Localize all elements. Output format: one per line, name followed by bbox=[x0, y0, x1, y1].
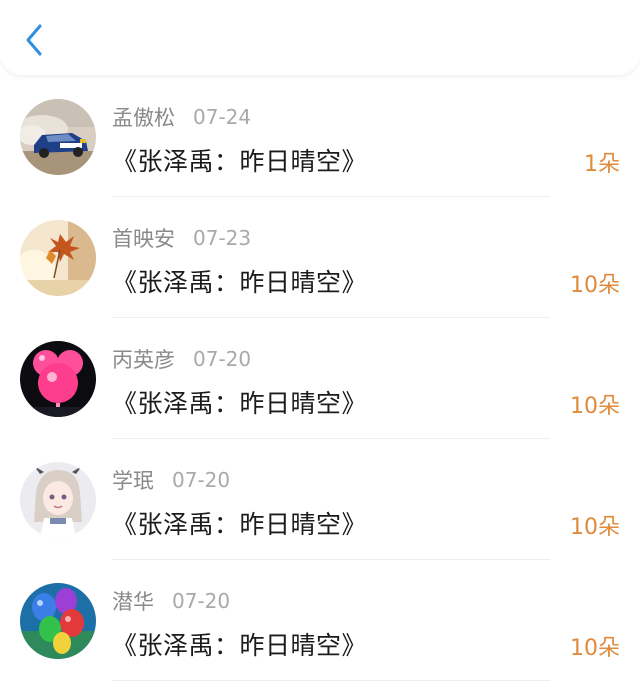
work-title[interactable]: 《张泽禹：昨日晴空》 bbox=[112, 384, 367, 420]
sender-name[interactable]: 潜华 bbox=[112, 586, 154, 616]
gift-date: 07-20 bbox=[193, 347, 252, 371]
list-item[interactable]: 潜华 07-20 《张泽禹：昨日晴空》 10朵 bbox=[0, 560, 640, 681]
rally-car-photo-icon bbox=[20, 99, 96, 175]
avatar[interactable] bbox=[20, 99, 96, 175]
sender-name[interactable]: 学珉 bbox=[112, 465, 154, 495]
gift-date: 07-20 bbox=[172, 589, 231, 613]
colorful-balloons-photo-icon bbox=[20, 583, 96, 659]
work-title[interactable]: 《张泽禹：昨日晴空》 bbox=[112, 142, 367, 178]
gift-meta: 首映安 07-23 bbox=[112, 222, 251, 254]
gift-meta: 孟傲松 07-24 bbox=[112, 101, 251, 133]
gift-list: 孟傲松 07-24 《张泽禹：昨日晴空》 1朵 首映安 07-23 《张泽禹：昨… bbox=[0, 76, 640, 681]
work-title[interactable]: 《张泽禹：昨日晴空》 bbox=[112, 505, 367, 541]
gift-date: 07-20 bbox=[172, 468, 231, 492]
gift-date: 07-24 bbox=[193, 105, 252, 129]
flower-count: 10朵 bbox=[570, 273, 620, 298]
list-item[interactable]: 丙英彦 07-20 《张泽禹：昨日晴空》 10朵 bbox=[0, 318, 640, 439]
autumn-leaves-photo-icon bbox=[20, 220, 96, 296]
back-button[interactable] bbox=[14, 18, 54, 62]
list-item[interactable]: 首映安 07-23 《张泽禹：昨日晴空》 10朵 bbox=[0, 197, 640, 318]
sender-name[interactable]: 首映安 bbox=[112, 223, 175, 253]
avatar[interactable] bbox=[20, 583, 96, 659]
avatar[interactable] bbox=[20, 341, 96, 417]
gift-meta: 丙英彦 07-20 bbox=[112, 343, 251, 375]
gift-meta: 学珉 07-20 bbox=[112, 464, 230, 496]
pink-balloon-photo-icon bbox=[20, 341, 96, 417]
flower-count: 10朵 bbox=[570, 515, 620, 540]
avatar[interactable] bbox=[20, 462, 96, 538]
flower-count: 10朵 bbox=[570, 636, 620, 661]
gift-date: 07-23 bbox=[193, 226, 252, 250]
sender-name[interactable]: 丙英彦 bbox=[112, 344, 175, 374]
flower-count: 1朵 bbox=[584, 152, 620, 177]
anime-girl-illustration-icon bbox=[20, 462, 96, 538]
chevron-left-icon bbox=[26, 24, 42, 56]
list-item[interactable]: 孟傲松 07-24 《张泽禹：昨日晴空》 1朵 bbox=[0, 76, 640, 197]
top-bar bbox=[0, 0, 640, 75]
divider bbox=[112, 680, 550, 681]
work-title[interactable]: 《张泽禹：昨日晴空》 bbox=[112, 626, 367, 662]
avatar[interactable] bbox=[20, 220, 96, 296]
work-title[interactable]: 《张泽禹：昨日晴空》 bbox=[112, 263, 367, 299]
sender-name[interactable]: 孟傲松 bbox=[112, 102, 175, 132]
gift-meta: 潜华 07-20 bbox=[112, 585, 230, 617]
list-item[interactable]: 学珉 07-20 《张泽禹：昨日晴空》 10朵 bbox=[0, 439, 640, 560]
flower-count: 10朵 bbox=[570, 394, 620, 419]
gift-list-page: 孟傲松 07-24 《张泽禹：昨日晴空》 1朵 首映安 07-23 《张泽禹：昨… bbox=[0, 0, 640, 690]
